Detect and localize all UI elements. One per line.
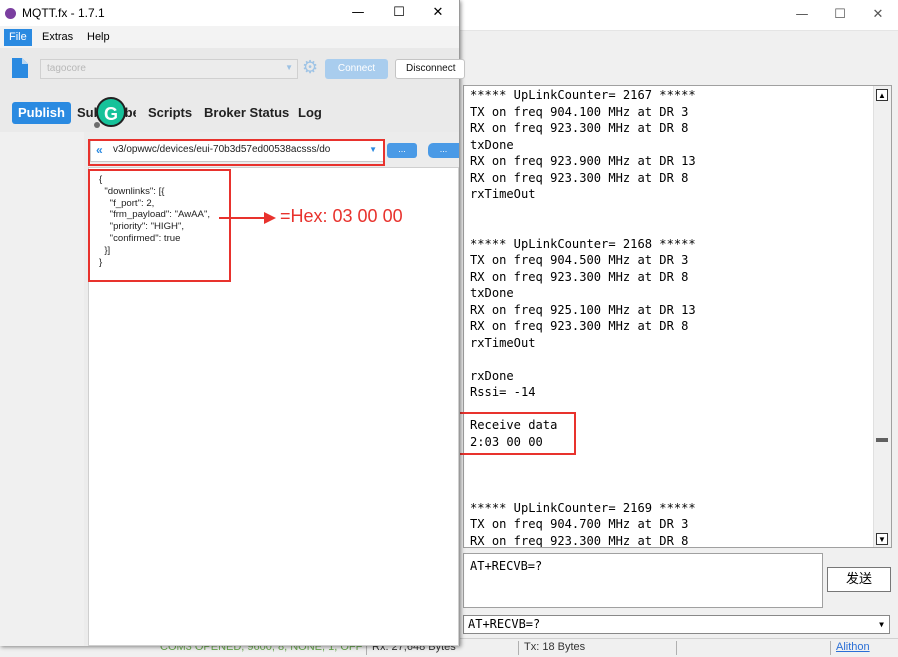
chevron-down-icon[interactable]: ▼: [874, 616, 889, 633]
publish-button[interactable]: ...: [428, 143, 459, 158]
annotation-arrow-line: [219, 217, 267, 219]
menu-file[interactable]: File: [4, 29, 32, 46]
brand-link[interactable]: Alithon: [836, 641, 870, 653]
mqtt-titlebar: MQTT.fx - 1.7.1 — ☐ ✕: [0, 0, 459, 26]
tab-bar: Publish Subscribe Scripts Broker Status …: [0, 90, 459, 132]
tab-scripts[interactable]: Scripts: [148, 102, 192, 124]
grammarly-icon[interactable]: G: [96, 97, 126, 127]
left-panel: [0, 132, 85, 646]
tab-publish[interactable]: Publish: [12, 102, 71, 124]
close-icon[interactable]: ✕: [427, 4, 449, 22]
menu-help[interactable]: Help: [82, 29, 115, 46]
mqttfx-window: MQTT.fx - 1.7.1 — ☐ ✕ File Extras Help t…: [0, 0, 465, 646]
publish-options-button[interactable]: ...: [387, 143, 417, 158]
command-select-value: AT+RECVB=?: [468, 617, 541, 631]
menu-bar: File Extras Help: [0, 26, 459, 48]
file-icon[interactable]: [12, 58, 28, 78]
disconnect-button[interactable]: Disconnect: [395, 59, 465, 79]
send-input[interactable]: AT+RECVB=?: [463, 553, 823, 608]
close-icon[interactable]: ✕: [868, 6, 888, 24]
gear-icon[interactable]: ⚙: [302, 59, 318, 77]
connection-profile-select[interactable]: tagocore ▼: [40, 59, 298, 79]
arrow-right-icon: [264, 212, 276, 224]
minimize-icon[interactable]: —: [792, 6, 812, 24]
minimize-icon[interactable]: —: [347, 4, 369, 22]
scroll-down-icon[interactable]: ▼: [876, 533, 888, 545]
terminal-output: ***** UpLinkCounter= 2167 ***** TX on fr…: [470, 88, 696, 548]
command-history-select[interactable]: AT+RECVB=? ▼: [463, 615, 890, 634]
maximize-icon[interactable]: ☐: [388, 4, 410, 22]
tab-broker-status[interactable]: Broker Status: [204, 102, 289, 124]
window-title: MQTT.fx - 1.7.1: [22, 6, 105, 20]
connect-button[interactable]: Connect: [325, 59, 388, 79]
maximize-icon[interactable]: ☐: [830, 6, 850, 24]
topic-highlight: [88, 139, 385, 166]
tx-counter: Tx: 18 Bytes: [524, 641, 586, 653]
payload-highlight: [88, 169, 231, 282]
connection-toolbar: tagocore ▼ ⚙ Connect Disconnect: [0, 48, 465, 91]
menu-extras[interactable]: Extras: [37, 29, 78, 46]
tab-log[interactable]: Log: [298, 102, 322, 124]
terminal-scrollbar[interactable]: ▲ ▼: [873, 86, 891, 547]
receive-terminal[interactable]: ***** UpLinkCounter= 2167 ***** TX on fr…: [463, 85, 892, 548]
send-button[interactable]: 发送: [827, 567, 891, 592]
chevron-down-icon[interactable]: ▼: [285, 63, 293, 72]
profile-value: tagocore: [47, 63, 86, 74]
hex-annotation: =Hex: 03 00 00: [280, 206, 403, 226]
scroll-thumb[interactable]: [876, 438, 888, 442]
received-data-highlight: [457, 412, 576, 455]
app-icon: [5, 8, 16, 19]
grammarly-status-dot: [94, 122, 100, 128]
scroll-up-icon[interactable]: ▲: [876, 89, 888, 101]
